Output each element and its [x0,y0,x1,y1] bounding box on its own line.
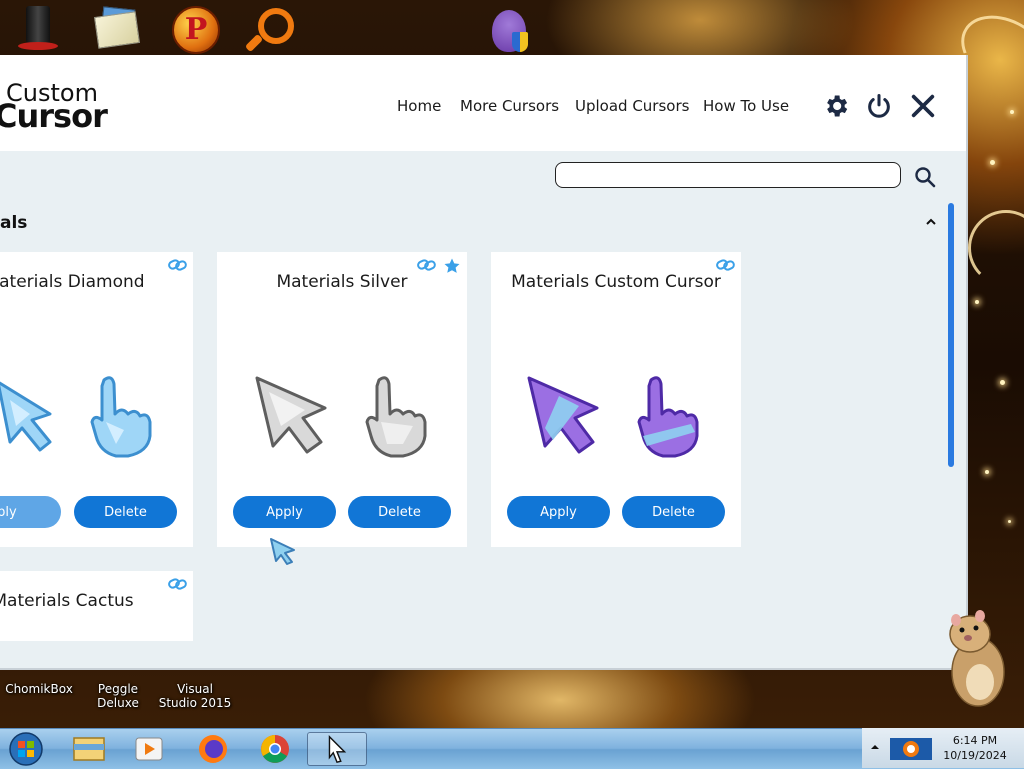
sparkle [975,300,979,304]
search-icon[interactable] [913,165,937,189]
firefox-taskbar-icon[interactable] [188,732,238,766]
desktop-icon-label[interactable]: ChomikBox [4,682,74,696]
silver-hand-cursor-icon [365,376,427,458]
apply-button[interactable]: Apply [507,496,610,528]
app-header: Custom Cursor Home More Cursors Upload C… [0,55,966,151]
diamond-hand-cursor-icon [90,376,152,458]
close-icon[interactable] [909,92,937,120]
peggle-desktop-icon[interactable]: P [172,6,220,54]
nav-home[interactable]: Home [397,97,441,115]
media-player-taskbar-icon[interactable] [124,732,174,766]
card-title: Materials Cactus [0,591,134,611]
scrollbar[interactable] [948,203,954,467]
chevron-up-icon[interactable] [924,215,938,229]
mouse-pointer-icon [270,538,295,565]
purple-arrow-cursor-icon [527,376,599,454]
sparkle [1010,110,1014,114]
tray-expand-icon[interactable] [870,742,880,752]
custom-cursor-logo: Custom Cursor [0,77,130,137]
cursor-card-custom-cursor: Materials Custom Cursor Apply Delete [491,252,741,547]
clock-time: 6:14 PM [952,734,998,747]
delete-button[interactable]: Delete [74,496,177,528]
windows-start-button[interactable] [4,731,48,767]
link-icon[interactable] [168,258,188,272]
chrome-taskbar-icon[interactable] [250,732,300,766]
desktop-icon-label[interactable]: Visual Studio 2015 [158,682,232,710]
silver-arrow-cursor-icon [255,376,327,454]
search-desktop-icon[interactable] [244,6,294,53]
gear-icon[interactable] [822,92,850,120]
delete-button[interactable]: Delete [622,496,725,528]
card-title: Materials Diamond [0,272,145,292]
nav-upload-cursors[interactable]: Upload Cursors [575,97,689,115]
network-tray-icon[interactable] [888,734,934,764]
star-icon[interactable] [443,257,461,275]
mail-desktop-icon[interactable] [93,6,141,52]
power-icon[interactable] [865,92,893,120]
sparkle [990,160,995,165]
bonzi-desktop-icon[interactable] [486,6,532,52]
link-icon[interactable] [716,258,736,272]
cursor-card-cactus: Materials Cactus [0,571,193,641]
search-input[interactable] [555,162,901,188]
sparkle [1008,520,1011,523]
purple-hand-cursor-icon [637,376,699,458]
top-hat-desktop-icon[interactable] [16,6,62,52]
card-title: Materials Custom Cursor [511,272,721,292]
logo-line2: Cursor [0,97,108,135]
custom-cursor-taskbar-icon[interactable] [307,732,367,766]
desktop-icon-label[interactable]: Peggle Deluxe [78,682,158,710]
card-title: Materials Silver [276,272,408,292]
file-explorer-taskbar-icon[interactable] [64,732,114,766]
clock-date: 10/19/2024 [943,749,1007,762]
link-icon[interactable] [417,258,437,272]
nav-how-to-use[interactable]: How To Use [703,97,789,115]
taskbar-clock[interactable]: 6:14 PM 10/19/2024 [940,733,1010,763]
cursor-card-diamond: Materials Diamond Apply Delete [0,252,193,547]
nav-more-cursors[interactable]: More Cursors [460,97,559,115]
link-icon[interactable] [168,577,188,591]
sparkle [1000,380,1005,385]
wallpaper-swirl [968,210,1024,286]
apply-button[interactable]: Apply [233,496,336,528]
hamster-mascot-icon[interactable] [940,606,1010,710]
custom-cursor-app-window: Custom Cursor Home More Cursors Upload C… [0,55,968,670]
cursor-card-silver: Materials Silver Apply Delete [217,252,467,547]
apply-button[interactable]: Apply [0,496,61,528]
section-title: als [0,213,28,233]
diamond-arrow-cursor-icon [0,381,52,452]
delete-button[interactable]: Delete [348,496,451,528]
sparkle [985,470,989,474]
